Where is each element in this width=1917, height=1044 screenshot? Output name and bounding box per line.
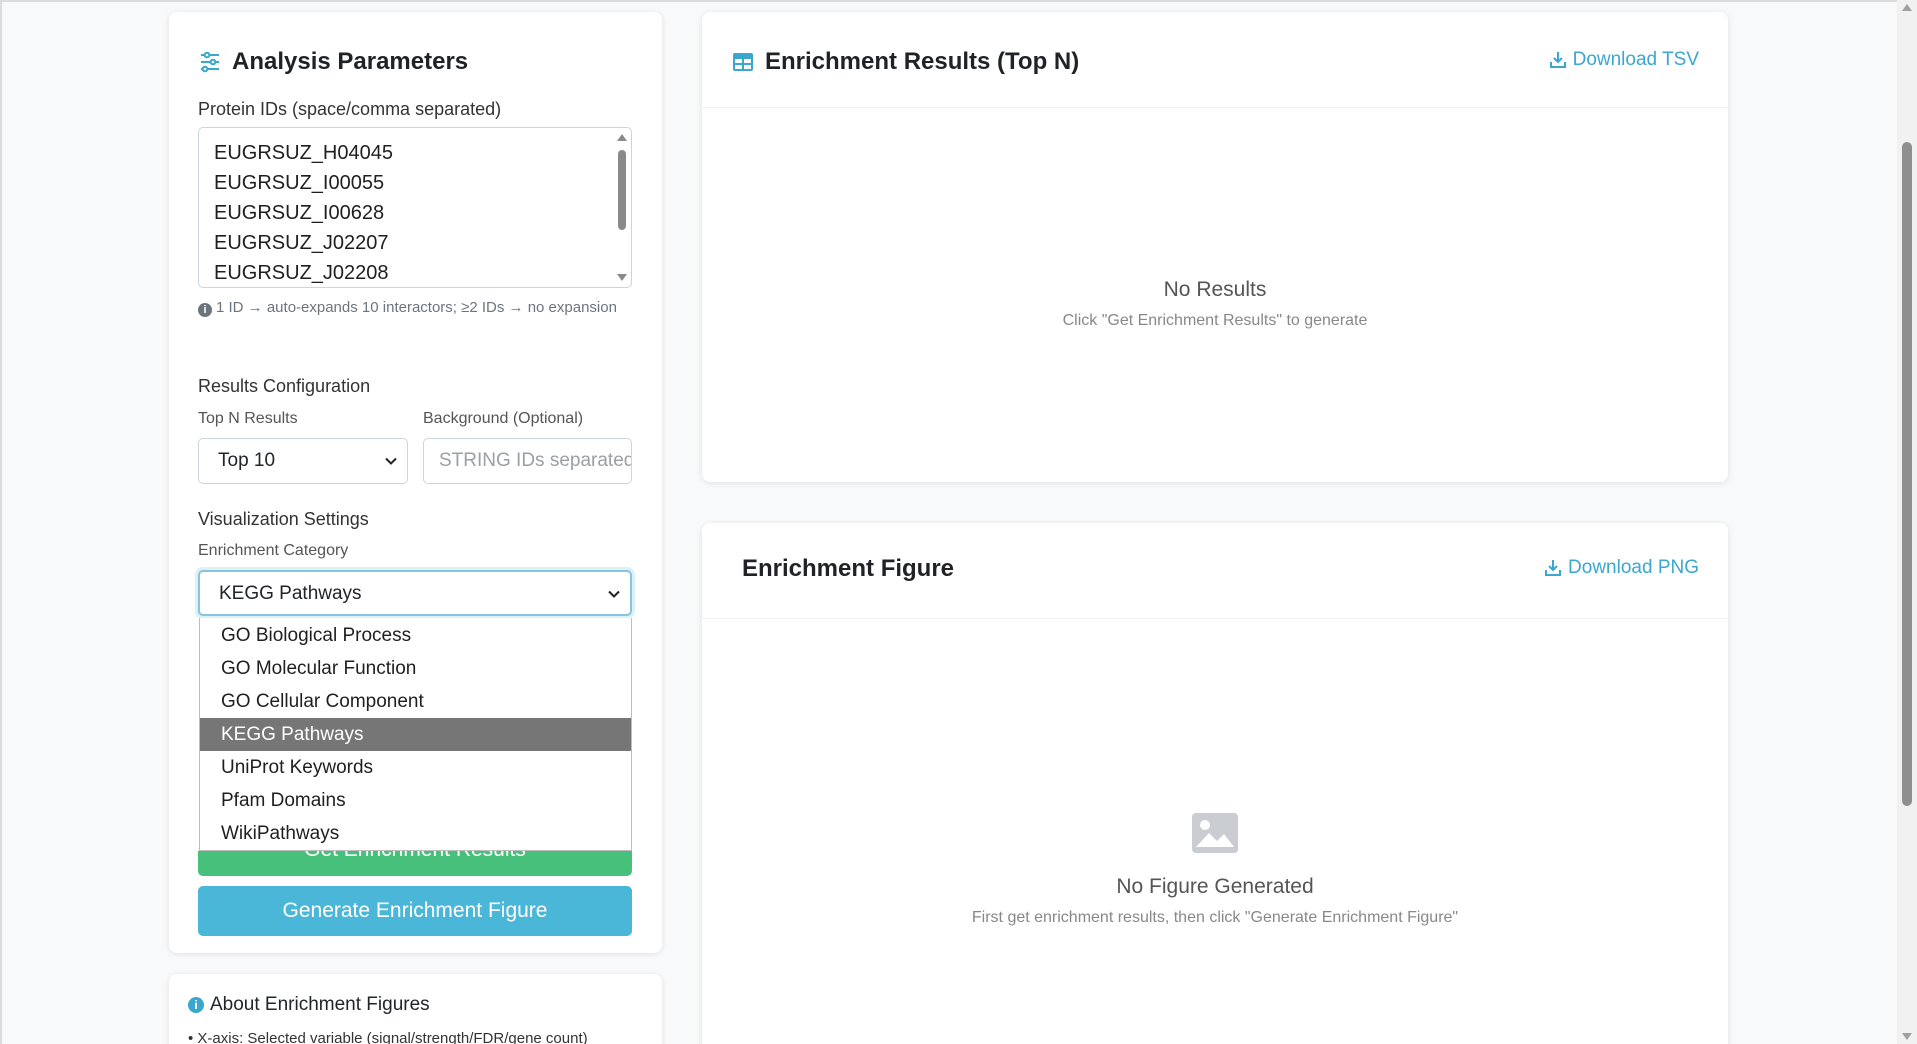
category-option[interactable]: GO Biological Process (200, 619, 631, 652)
enrichment-figure-card: Enrichment Figure Download PNG No Figure… (702, 523, 1728, 1044)
category-option[interactable]: GO Molecular Function (200, 652, 631, 685)
top-n-label: Top N Results (198, 410, 298, 427)
protein-ids-hint-text: 1 ID → auto-expands 10 interactors; ≥2 I… (216, 299, 617, 316)
enrichment-category-select[interactable]: KEGG Pathways (198, 570, 632, 616)
download-icon (1545, 560, 1562, 576)
enrichment-category-value: KEGG Pathways (219, 583, 362, 604)
download-png-label: Download PNG (1568, 557, 1699, 578)
card-header-divider (702, 618, 1728, 619)
page-scrollbar-thumb[interactable] (1902, 142, 1912, 806)
no-figure-subtitle: First get enrichment results, then click… (971, 909, 1459, 926)
about-title-text: About Enrichment Figures (210, 994, 430, 1015)
enrichment-results-title-text: Enrichment Results (Top N) (765, 48, 1080, 75)
protein-ids-label: Protein IDs (space/comma separated) (198, 99, 502, 119)
enrichment-category-dropdown[interactable]: GO Biological Process GO Molecular Funct… (199, 618, 632, 851)
no-results-subtitle: Click "Get Enrichment Results" to genera… (1062, 312, 1368, 329)
enrichment-figure-title: Enrichment Figure (742, 555, 955, 582)
get-enrichment-results-label: Get Enrichment Results (304, 851, 526, 861)
window-left-border (0, 0, 2, 1044)
scroll-up-arrow-icon[interactable] (617, 134, 627, 141)
info-icon: i (188, 997, 204, 1013)
results-configuration-label: Results Configuration (198, 376, 371, 396)
background-label: Background (Optional) (423, 410, 584, 427)
info-icon: i (198, 303, 212, 317)
protein-id-line: EUGRSUZ_J02207 (214, 232, 389, 254)
table-icon (731, 50, 755, 74)
scroll-down-arrow-icon[interactable] (1902, 1033, 1912, 1040)
top-n-value: Top 10 (218, 450, 276, 471)
analysis-parameters-title: Analysis Parameters (198, 48, 468, 76)
scroll-up-arrow-icon[interactable] (1902, 4, 1912, 11)
generate-enrichment-figure-button[interactable]: Generate Enrichment Figure (198, 886, 632, 936)
enrichment-results-title: Enrichment Results (Top N) (731, 48, 1079, 76)
page-scrollbar[interactable] (1897, 0, 1917, 1044)
sliders-icon (198, 50, 222, 74)
visualization-settings-label: Visualization Settings (198, 509, 369, 529)
about-enrichment-figures-card: i About Enrichment Figures • X-axis: Sel… (169, 974, 662, 1044)
top-n-select[interactable]: Top 10 (198, 438, 408, 484)
chevron-down-icon (385, 455, 397, 465)
no-results-title: No Results (1163, 278, 1267, 301)
enrichment-results-card: Enrichment Results (Top N) Download TSV … (702, 12, 1728, 482)
no-figure-title: No Figure Generated (1116, 875, 1314, 898)
scroll-down-arrow-icon[interactable] (617, 274, 627, 281)
image-placeholder-icon (1192, 813, 1238, 853)
protein-ids-hint: i 1 ID → auto-expands 10 interactors; ≥2 … (198, 298, 618, 318)
protein-ids-textarea[interactable]: EUGRSUZ_H04045 EUGRSUZ_I00055 EUGRSUZ_I0… (198, 127, 632, 288)
analysis-parameters-card: Analysis Parameters Protein IDs (space/c… (169, 12, 662, 953)
chevron-down-icon (608, 588, 620, 598)
category-option[interactable]: UniProt Keywords (200, 751, 631, 784)
category-option[interactable]: WikiPathways (200, 817, 631, 850)
protein-id-line: EUGRSUZ_I00628 (214, 202, 385, 224)
scrollbar-thumb[interactable] (618, 150, 626, 230)
download-tsv-link[interactable]: Download TSV (1549, 49, 1699, 71)
about-x-axis-line: • X-axis: Selected variable (signal/stre… (188, 1030, 588, 1044)
protein-id-line: EUGRSUZ_I00055 (214, 172, 385, 194)
about-title: i About Enrichment Figures (188, 994, 430, 1016)
enrichment-category-label: Enrichment Category (198, 542, 349, 559)
protein-id-line: EUGRSUZ_H04045 (214, 142, 393, 164)
card-header-divider (702, 107, 1728, 108)
category-option-selected[interactable]: KEGG Pathways (200, 718, 631, 751)
category-option[interactable]: Pfam Domains (200, 784, 631, 817)
protein-ids-scrollbar[interactable] (615, 130, 629, 285)
analysis-parameters-title-text: Analysis Parameters (232, 48, 469, 75)
download-icon (1549, 52, 1566, 68)
protein-id-line: EUGRSUZ_J02208 (214, 262, 389, 284)
download-png-link[interactable]: Download PNG (1544, 557, 1699, 579)
download-tsv-label: Download TSV (1572, 49, 1699, 70)
get-enrichment-results-button[interactable]: Get Enrichment Results (198, 851, 632, 876)
category-option[interactable]: GO Cellular Component (200, 685, 631, 718)
background-input[interactable]: STRING IDs separated (423, 438, 632, 484)
window-top-border (0, 0, 1917, 2)
